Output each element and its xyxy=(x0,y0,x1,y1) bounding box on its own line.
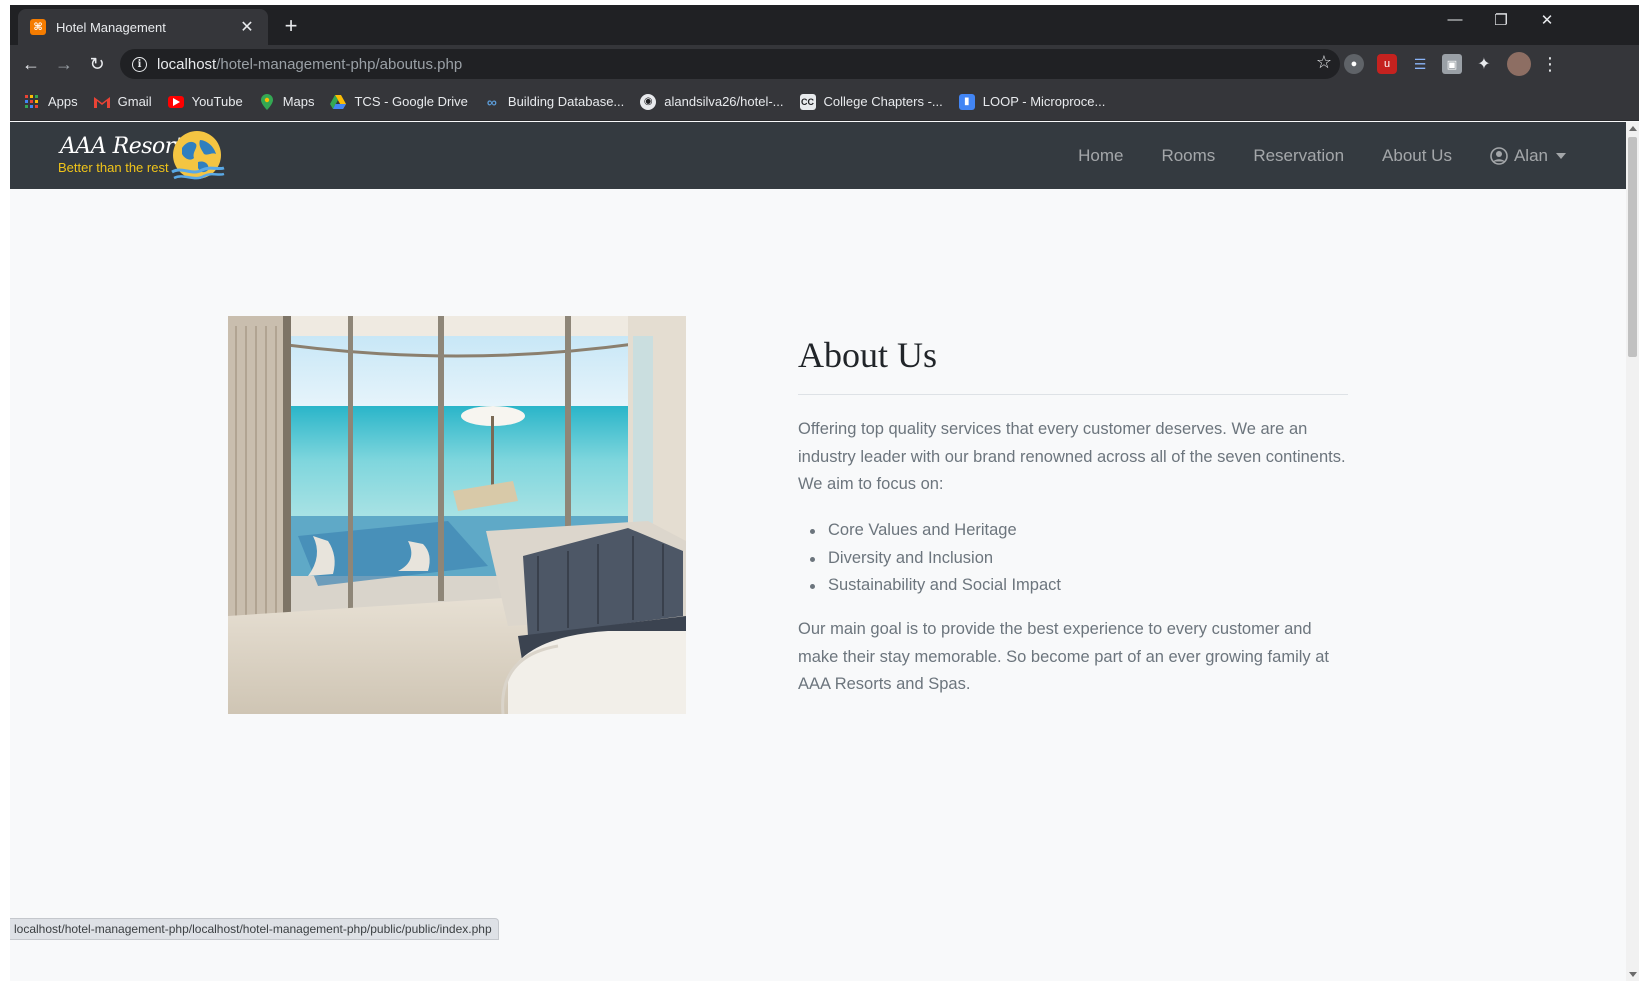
title-divider xyxy=(798,394,1348,395)
bookmark-loop[interactable]: ▮ LOOP - Microproce... xyxy=(958,93,1106,110)
xampp-favicon-icon: ⌘ xyxy=(30,19,46,35)
github-icon: ◉ xyxy=(640,93,657,110)
bookmark-label: TCS - Google Drive xyxy=(354,94,468,109)
about-closing-paragraph: Our main goal is to provide the best exp… xyxy=(798,620,1329,693)
about-intro-paragraph: Offering top quality services that every… xyxy=(798,420,1346,493)
minimize-icon[interactable]: — xyxy=(1440,11,1470,28)
address-bar[interactable]: i localhost/hotel-management-php/aboutus… xyxy=(120,49,1340,79)
site-info-icon[interactable]: i xyxy=(132,56,147,72)
bookmark-label: Apps xyxy=(48,94,78,109)
scroll-up-arrow-icon[interactable] xyxy=(1629,126,1637,131)
url-host: localhost xyxy=(157,55,217,73)
list-item: Sustainability and Social Impact xyxy=(810,572,1061,600)
apps-grid-icon xyxy=(24,94,40,110)
url-path: /hotel-management-php/aboutus.php xyxy=(216,55,463,73)
caret-down-icon xyxy=(1556,152,1566,159)
bookmarks-bar: Apps Gmail YouTube Maps TCS - Google Dri… xyxy=(10,83,1639,121)
bookmark-building-database[interactable]: ∞ Building Database... xyxy=(484,94,624,110)
user-menu-dropdown[interactable]: Alan xyxy=(1490,146,1566,166)
list-item: Core Values and Heritage xyxy=(810,517,1061,545)
brand-logo[interactable]: AAA Resorts Better than the rest xyxy=(56,126,236,186)
list-extension-icon[interactable]: ☰ xyxy=(1410,54,1430,74)
site-navbar: AAA Resorts Better than the rest Home Ro… xyxy=(10,122,1626,189)
nav-home[interactable]: Home xyxy=(1078,146,1123,166)
user-circle-icon xyxy=(1490,146,1508,165)
nav-rooms[interactable]: Rooms xyxy=(1161,146,1215,166)
link-status-bar: localhost/hotel-management-php/localhost… xyxy=(10,918,499,940)
youtube-icon xyxy=(167,95,184,108)
close-window-icon[interactable]: ✕ xyxy=(1532,11,1562,29)
nav-reservation[interactable]: Reservation xyxy=(1253,146,1344,166)
browser-toolbar: ← → ↻ i localhost/hotel-management-php/a… xyxy=(10,45,1639,83)
maps-icon xyxy=(259,93,275,110)
extension-circle-icon[interactable]: ● xyxy=(1344,54,1364,74)
globe-logo-icon xyxy=(171,131,225,180)
focus-list: Core Values and Heritage Diversity and I… xyxy=(810,517,1061,600)
ublock-icon[interactable]: u xyxy=(1377,54,1397,74)
more-menu-icon[interactable]: ⋮ xyxy=(1540,54,1560,74)
gmail-icon xyxy=(93,94,110,110)
loop-icon: ▮ xyxy=(958,93,975,110)
resort-room-image xyxy=(228,316,686,714)
bookmark-tcs-google-drive[interactable]: TCS - Google Drive xyxy=(330,94,468,110)
site-nav-links: Home Rooms Reservation About Us Alan xyxy=(1040,122,1566,189)
list-item: Diversity and Inclusion xyxy=(810,545,1061,573)
brand-tagline: Better than the rest xyxy=(58,160,169,175)
bookmark-gmail[interactable]: Gmail xyxy=(93,94,152,110)
user-name: Alan xyxy=(1513,145,1548,165)
browser-tab[interactable]: ⌘ Hotel Management ✕ xyxy=(18,9,268,45)
bookmark-label: LOOP - Microproce... xyxy=(982,94,1106,109)
bookmark-maps[interactable]: Maps xyxy=(259,93,315,110)
bookmark-star-icon[interactable]: ☆ xyxy=(1316,52,1332,73)
tab-title: Hotel Management xyxy=(56,19,166,35)
bookmark-label: Building Database... xyxy=(507,94,625,109)
bookmark-label: Maps xyxy=(282,94,315,109)
web-page: AAA Resorts Better than the rest Home Ro… xyxy=(10,122,1626,981)
bookmark-label: YouTube xyxy=(191,94,243,109)
page-scrollbar[interactable] xyxy=(1626,122,1639,981)
puzzle-extensions-icon[interactable]: ✦ xyxy=(1474,54,1494,74)
bookmark-college-chapters[interactable]: CC College Chapters -... xyxy=(799,93,943,110)
restore-icon[interactable]: ❐ xyxy=(1486,11,1516,29)
codeanywhere-icon: ∞ xyxy=(486,93,497,110)
profile-avatar[interactable] xyxy=(1507,52,1531,76)
close-tab-icon[interactable]: ✕ xyxy=(238,17,256,37)
google-drive-icon xyxy=(330,94,347,110)
nav-about-us[interactable]: About Us xyxy=(1382,146,1452,166)
reload-icon[interactable]: ↻ xyxy=(84,51,110,77)
back-arrow-icon[interactable]: ← xyxy=(18,51,44,77)
bookmark-label: alandsilva26/hotel-... xyxy=(664,94,784,109)
cc-icon: CC xyxy=(799,93,816,110)
bookmark-youtube[interactable]: YouTube xyxy=(167,94,243,109)
bookmark-github-hotel[interactable]: ◉ alandsilva26/hotel-... xyxy=(640,93,784,110)
bookmark-apps[interactable]: Apps xyxy=(24,94,78,110)
camera-extension-icon[interactable]: ▣ xyxy=(1442,54,1462,74)
browser-window: ⌘ Hotel Management ✕ + — ❐ ✕ ← → ↻ i loc… xyxy=(10,5,1639,981)
forward-arrow-icon[interactable]: → xyxy=(51,51,77,77)
about-us-title: About Us xyxy=(798,335,938,375)
bookmark-label: Gmail xyxy=(117,94,152,109)
scroll-down-arrow-icon[interactable] xyxy=(1629,972,1637,977)
scrollbar-thumb[interactable] xyxy=(1628,137,1637,357)
tab-strip: ⌘ Hotel Management ✕ + — ❐ ✕ xyxy=(10,5,1639,45)
new-tab-icon[interactable]: + xyxy=(278,13,304,39)
bookmark-label: College Chapters -... xyxy=(823,94,943,109)
